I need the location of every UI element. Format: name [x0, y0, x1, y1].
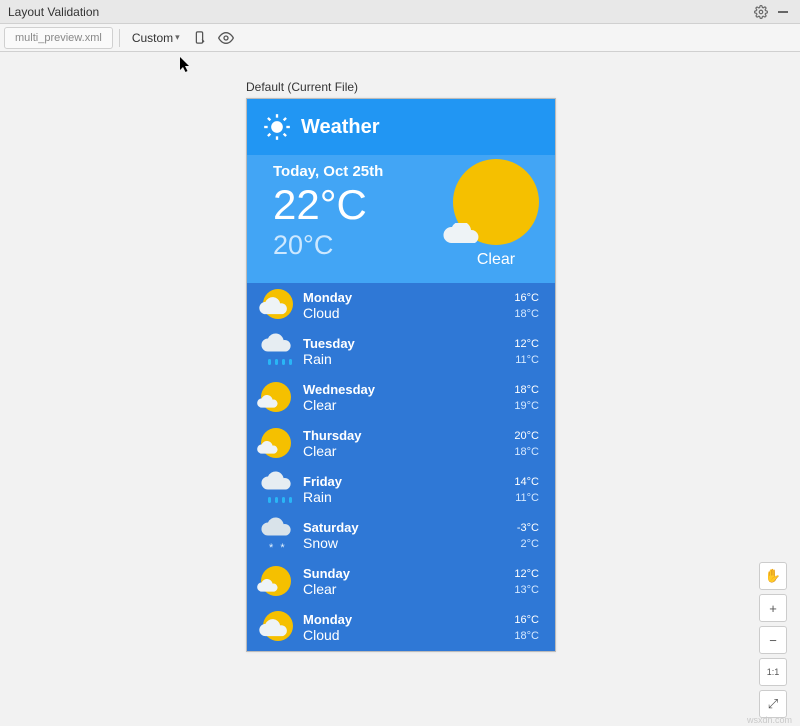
forecast-day: Monday — [303, 290, 514, 306]
today-block: Today, Oct 25th 22°C 20°C Clear — [247, 155, 555, 283]
dropdown-label: Custom — [132, 31, 173, 45]
pan-tool-button[interactable]: ✋ — [759, 562, 787, 590]
minimize-icon[interactable] — [774, 3, 792, 21]
today-weather-icon — [453, 159, 539, 245]
forecast-high: 12°C — [514, 338, 539, 350]
sun-icon — [263, 113, 291, 141]
config-dropdown[interactable]: Custom ▾ — [126, 27, 186, 49]
forecast-condition: Clear — [303, 443, 514, 460]
forecast-low: 11°C — [514, 354, 539, 366]
forecast-condition: Snow — [303, 535, 517, 552]
eye-icon[interactable] — [214, 26, 238, 50]
forecast-row[interactable]: Wednesday Clear 18°C 19°C — [247, 375, 555, 421]
forecast-row[interactable]: * * Saturday Snow -3°C 2°C — [247, 513, 555, 559]
forecast-row[interactable]: Thursday Clear 20°C 18°C — [247, 421, 555, 467]
forecast-low: 2°C — [517, 538, 539, 550]
today-high: 22°C — [273, 182, 453, 228]
forecast-condition: Clear — [303, 581, 514, 598]
minus-icon: − — [769, 633, 777, 648]
forecast-day: Sunday — [303, 566, 514, 582]
forecast-icon-clear — [257, 379, 297, 417]
forecast-high: -3°C — [517, 522, 539, 534]
device-rotate-icon[interactable] — [188, 26, 212, 50]
forecast-low: 13°C — [514, 584, 539, 596]
plus-icon: + — [769, 601, 777, 616]
zoom-actual-button[interactable]: 1:1 — [759, 658, 787, 686]
expand-icon: ⤢ — [768, 696, 778, 712]
today-low: 20°C — [273, 230, 453, 261]
forecast-icon-clear — [257, 563, 297, 601]
forecast-icon-clear — [257, 425, 297, 463]
watermark: wsxdn.com — [747, 715, 792, 725]
forecast-day: Saturday — [303, 520, 517, 536]
forecast-high: 16°C — [514, 292, 539, 304]
preview-label: Default (Current File) — [246, 80, 358, 94]
forecast-day: Monday — [303, 612, 514, 628]
app-title: Weather — [301, 116, 380, 139]
zoom-fit-button[interactable]: ⤢ — [759, 690, 787, 718]
panel-title: Layout Validation — [8, 5, 748, 19]
file-tab-label: multi_preview.xml — [15, 32, 102, 44]
forecast-high: 18°C — [514, 384, 539, 396]
forecast-list: Monday Cloud 16°C 18°C Tuesday Rain 12°C… — [247, 283, 555, 651]
zoom-in-button[interactable]: + — [759, 594, 787, 622]
forecast-condition: Cloud — [303, 305, 514, 322]
forecast-day: Thursday — [303, 428, 514, 444]
forecast-row[interactable]: Monday Cloud 16°C 18°C — [247, 605, 555, 651]
forecast-condition: Rain — [303, 351, 514, 368]
device-preview: Weather Today, Oct 25th 22°C 20°C Clear … — [246, 98, 556, 652]
forecast-condition: Rain — [303, 489, 514, 506]
app-header: Weather — [247, 99, 555, 155]
forecast-day: Tuesday — [303, 336, 514, 352]
forecast-row[interactable]: Monday Cloud 16°C 18°C — [247, 283, 555, 329]
chevron-down-icon: ▾ — [175, 32, 180, 43]
hand-icon: ✋ — [765, 568, 781, 584]
forecast-high: 12°C — [514, 568, 539, 580]
zoom-out-button[interactable]: − — [759, 626, 787, 654]
forecast-high: 16°C — [514, 614, 539, 626]
forecast-low: 18°C — [514, 630, 539, 642]
forecast-icon-cloud-sun — [257, 609, 297, 647]
forecast-low: 11°C — [514, 492, 539, 504]
forecast-low: 18°C — [514, 446, 539, 458]
forecast-icon-cloud-sun — [257, 287, 297, 325]
forecast-icon-rain — [257, 333, 297, 371]
forecast-row[interactable]: Tuesday Rain 12°C 11°C — [247, 329, 555, 375]
forecast-day: Friday — [303, 474, 514, 490]
divider — [119, 29, 120, 47]
forecast-icon-rain — [257, 471, 297, 509]
today-condition: Clear — [453, 251, 539, 269]
forecast-high: 20°C — [514, 430, 539, 442]
forecast-row[interactable]: Sunday Clear 12°C 13°C — [247, 559, 555, 605]
gear-icon[interactable] — [752, 3, 770, 21]
forecast-low: 19°C — [514, 400, 539, 412]
forecast-icon-snow: * * — [257, 517, 297, 555]
file-tab[interactable]: multi_preview.xml — [4, 27, 113, 49]
today-date: Today, Oct 25th — [273, 163, 453, 180]
forecast-day: Wednesday — [303, 382, 514, 398]
one-to-one-label: 1:1 — [767, 667, 780, 677]
forecast-condition: Clear — [303, 397, 514, 414]
forecast-row[interactable]: Friday Rain 14°C 11°C — [247, 467, 555, 513]
forecast-high: 14°C — [514, 476, 539, 488]
forecast-low: 18°C — [514, 308, 539, 320]
forecast-condition: Cloud — [303, 627, 514, 644]
